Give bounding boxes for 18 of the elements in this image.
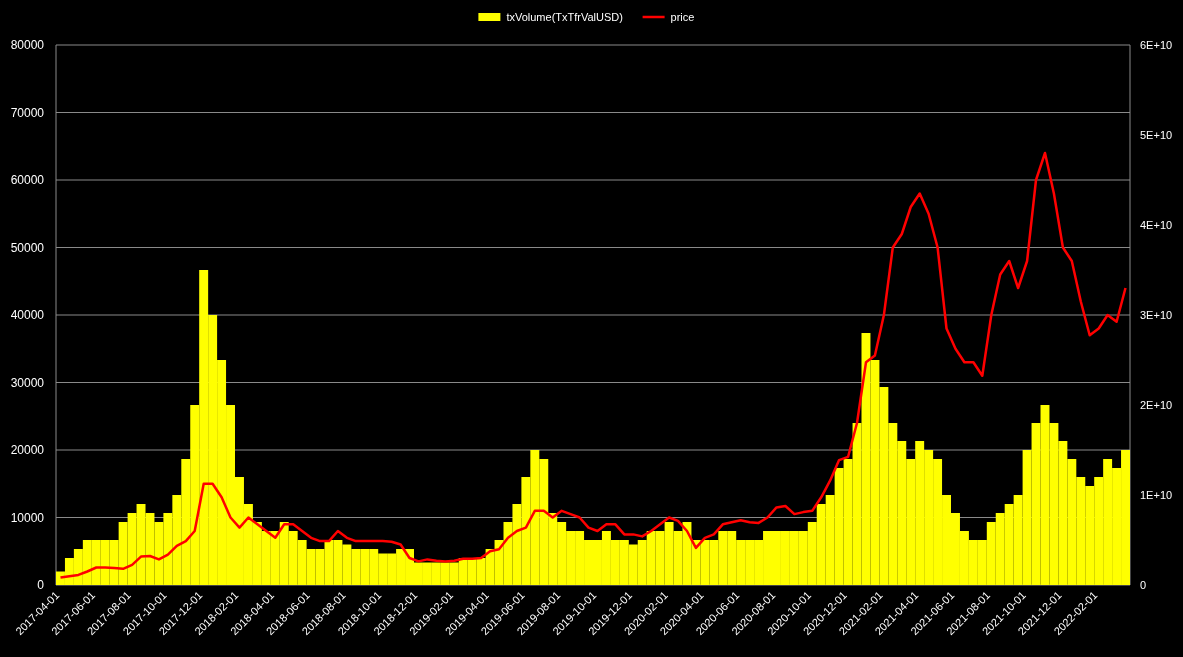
y-axis-label: 0 [37, 578, 44, 592]
y-axis-label: 60000 [10, 173, 44, 187]
secondary-axis-label: 2E+10 [1140, 399, 1173, 411]
secondary-axis-label: 6E+10 [1140, 39, 1173, 51]
y-axis-label: 50000 [10, 240, 44, 255]
secondary-axis-label: 1E+10 [1140, 489, 1173, 501]
y-axis-label: 10000 [10, 510, 44, 525]
y-axis-label: 70000 [10, 105, 44, 120]
y-axis-label: 20000 [10, 443, 44, 457]
secondary-axis-label: 5E+10 [1140, 129, 1173, 141]
legend-label: txVolume(TxTfrValUSD) [506, 11, 623, 23]
legend-label: price [670, 11, 695, 23]
secondary-axis-label: 4E+10 [1140, 219, 1173, 231]
y-axis-label: 30000 [10, 375, 44, 390]
secondary-axis-label: 0 [1140, 579, 1147, 591]
y-axis-label: 40000 [10, 308, 44, 322]
secondary-axis-label: 3E+10 [1140, 309, 1173, 321]
y-axis-label: 80000 [10, 38, 44, 52]
